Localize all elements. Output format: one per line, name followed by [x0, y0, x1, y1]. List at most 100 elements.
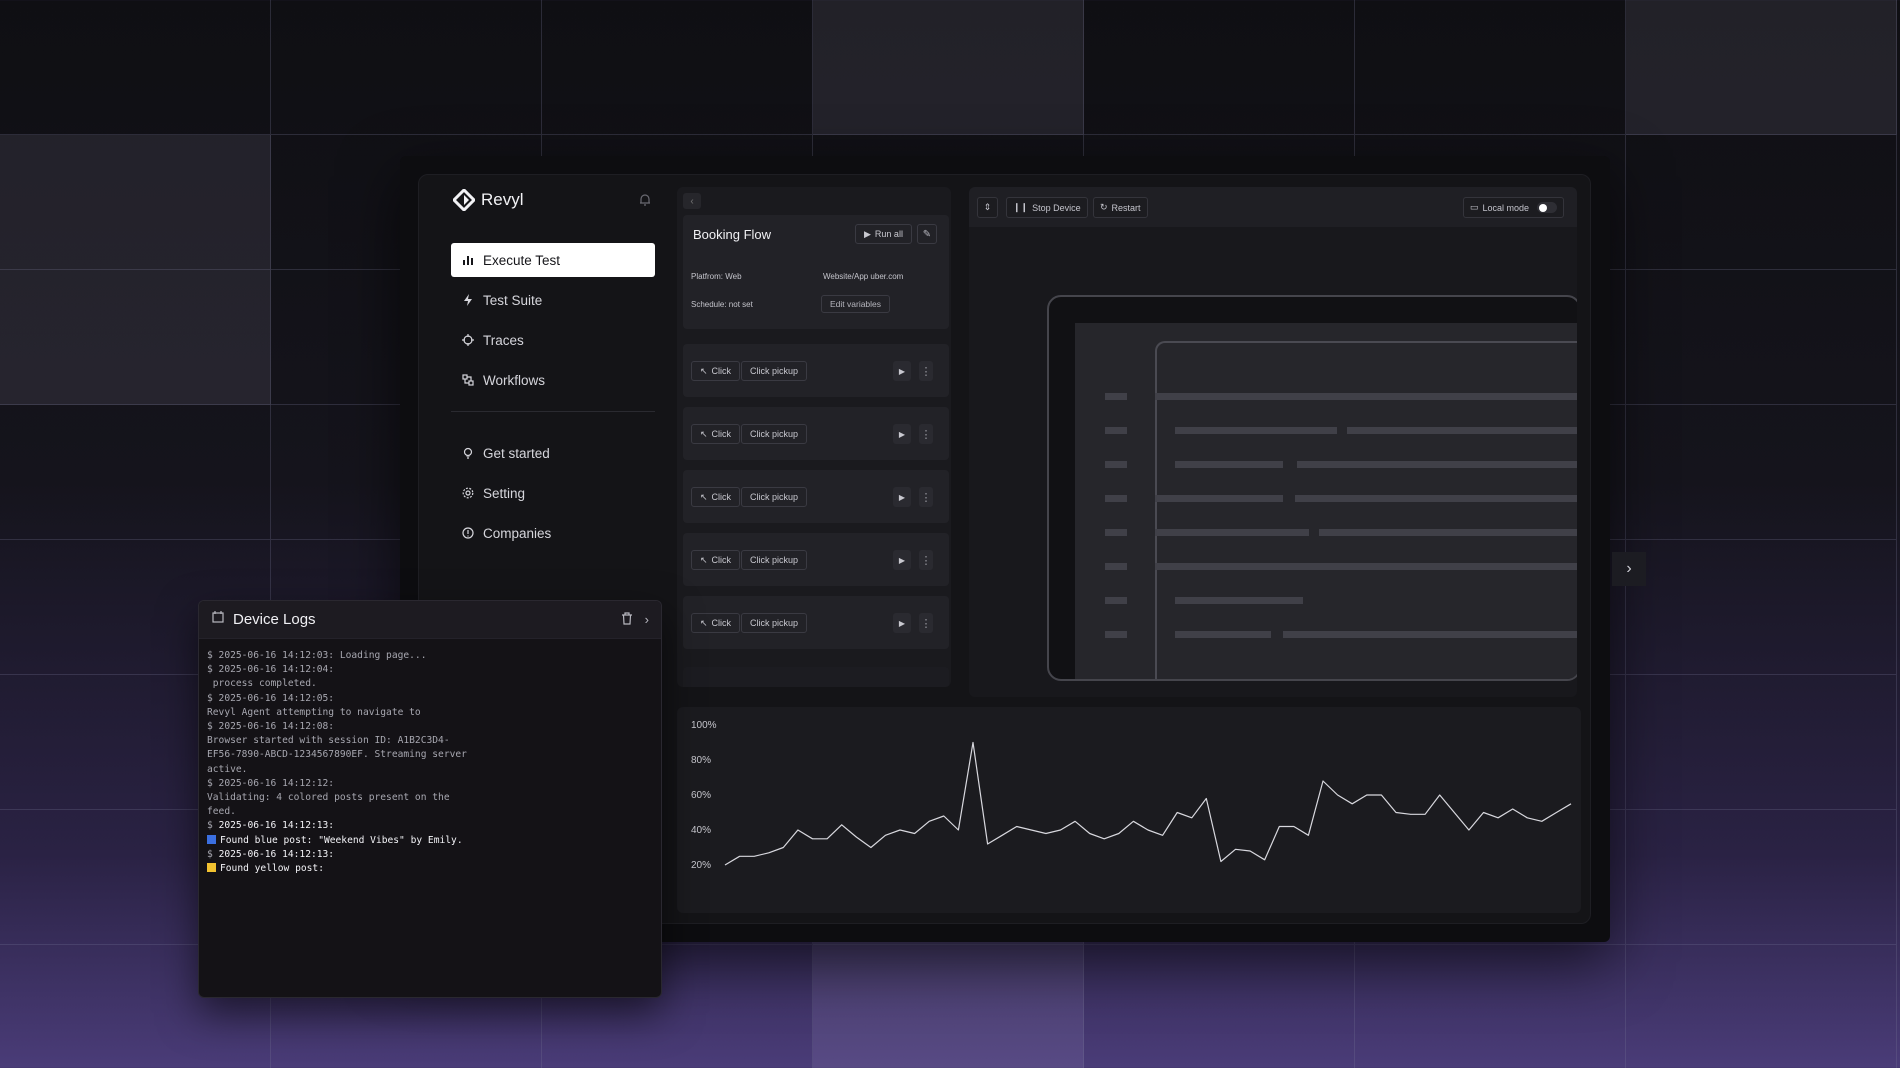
- sidebar-item-companies[interactable]: Companies: [451, 516, 655, 550]
- bg-cell: [1355, 945, 1626, 1068]
- step-row[interactable]: ↖ Click Click pickup ▶ ⋮: [683, 533, 949, 586]
- step-row[interactable]: ↖ Click Click pickup ▶ ⋮: [683, 470, 949, 523]
- chevron-right-icon: ›: [1626, 560, 1632, 577]
- device-logs-window: Device Logs › $ 2025-06-16 14:12:03: Loa…: [198, 600, 662, 998]
- play-step-button[interactable]: ▶: [893, 487, 911, 507]
- placeholder-line: [1105, 495, 1127, 502]
- placeholder-line: [1105, 461, 1127, 468]
- brand-logo[interactable]: Revyl: [453, 189, 524, 211]
- play-icon: ▶: [898, 555, 906, 565]
- step-target-chip[interactable]: Click pickup: [741, 487, 808, 507]
- y-tick-label: 60%: [691, 790, 711, 801]
- local-mode-toggle[interactable]: [1537, 202, 1558, 213]
- step-row-faded: [683, 667, 949, 687]
- device-logs-actions: ›: [621, 612, 649, 628]
- run-all-button[interactable]: ▶ Run all: [855, 224, 912, 244]
- log-text: feed.: [207, 806, 236, 818]
- bar-chart-icon: [461, 253, 475, 267]
- more-options-button[interactable]: ⋮: [919, 361, 933, 381]
- bg-cell: [1626, 675, 1897, 810]
- sidebar-item-setting[interactable]: Setting: [451, 476, 655, 510]
- edit-flow-button[interactable]: ✎: [917, 224, 937, 244]
- play-icon: ▶: [864, 228, 871, 239]
- log-prompt: $: [207, 820, 219, 832]
- log-text: 2025-06-16 14:12:13:: [218, 848, 335, 860]
- more-options-button[interactable]: ⋮: [919, 613, 933, 633]
- lightning-icon: [461, 293, 475, 307]
- step-action-label: Click: [711, 618, 732, 628]
- log-text: $ 2025-06-16 14:12:04:: [207, 664, 335, 676]
- sidebar-item-execute-test[interactable]: Execute Test: [451, 243, 655, 277]
- restart-label: Restart: [1111, 202, 1141, 213]
- log-text: $ 2025-06-16 14:12:08:: [207, 721, 335, 733]
- placeholder-line: [1105, 427, 1127, 434]
- revyl-diamond-logo-icon: [453, 189, 475, 211]
- more-options-button[interactable]: ⋮: [919, 487, 933, 507]
- kebab-icon: ⋮: [920, 617, 932, 630]
- sidebar-item-get-started[interactable]: Get started: [451, 436, 655, 470]
- more-options-button[interactable]: ⋮: [919, 424, 933, 444]
- step-action-chip[interactable]: ↖ Click: [691, 550, 741, 570]
- bg-cell: [1626, 0, 1897, 135]
- log-text: Revyl Agent attempting to navigate to: [207, 706, 421, 718]
- placeholder-line: [1319, 529, 1577, 536]
- step-action-chip[interactable]: ↖ Click: [691, 613, 741, 633]
- sidebar-item-label: Test Suite: [483, 292, 543, 308]
- step-row[interactable]: ↖ Click Click pickup ▶ ⋮: [683, 407, 949, 460]
- log-text: $ 2025-06-16 14:12:03: Loading page...: [207, 650, 427, 661]
- bg-cell: [1626, 270, 1897, 405]
- edit-variables-button[interactable]: Edit variables: [821, 295, 891, 313]
- play-icon: ▶: [898, 618, 906, 628]
- y-tick-label: 80%: [691, 755, 711, 766]
- step-action-chip[interactable]: ↖ Click: [691, 487, 741, 507]
- stop-device-button[interactable]: ❙❙ Stop Device: [1006, 197, 1088, 218]
- chevron-right-icon[interactable]: ›: [645, 612, 649, 628]
- device-screen[interactable]: [1075, 323, 1577, 679]
- step-row[interactable]: ↖ Click Click pickup ▶ ⋮: [683, 344, 949, 397]
- sidebar-nav: Execute Test Test Suite Traces Workflows…: [451, 243, 655, 556]
- sidebar-item-label: Execute Test: [483, 252, 561, 268]
- monitor-icon: ▭: [1470, 202, 1479, 212]
- collapse-panel-button[interactable]: ‹: [683, 193, 701, 209]
- play-step-button[interactable]: ▶: [893, 550, 911, 570]
- step-action-label: Click: [711, 555, 732, 565]
- play-step-button[interactable]: ▶: [893, 613, 911, 633]
- log-line: Found blue post: "Weekend Vibes" by Emil…: [207, 834, 653, 848]
- line-chart: 100% 80% 60% 40% 20%: [691, 720, 1572, 871]
- log-text: process completed.: [207, 678, 317, 690]
- log-text: 2025-06-16 14:12:13:: [218, 820, 335, 832]
- bell-icon[interactable]: [638, 193, 652, 207]
- next-arrow-button[interactable]: ›: [1612, 552, 1646, 586]
- log-line: feed.: [207, 805, 653, 819]
- sidebar-item-traces[interactable]: Traces: [451, 323, 655, 357]
- play-step-button[interactable]: ▶: [893, 361, 911, 381]
- expand-toggle-button[interactable]: ⇕: [977, 197, 998, 218]
- play-step-button[interactable]: ▶: [893, 424, 911, 444]
- log-line: Validating: 4 colored posts present on t…: [207, 791, 653, 805]
- step-action-chip[interactable]: ↖ Click: [691, 361, 741, 381]
- step-action-label: Click: [711, 429, 732, 439]
- step-row[interactable]: ↖ Click Click pickup ▶ ⋮: [683, 596, 949, 649]
- more-options-button[interactable]: ⋮: [919, 550, 933, 570]
- sidebar-divider: [451, 411, 655, 412]
- trash-icon[interactable]: [621, 611, 633, 628]
- log-line: $ 2025-06-16 14:12:05:: [207, 692, 653, 706]
- log-line: $ 2025-06-16 14:12:13:: [207, 819, 653, 833]
- bg-cell: [1626, 945, 1897, 1068]
- sidebar-item-workflows[interactable]: Workflows: [451, 363, 655, 397]
- step-target-chip[interactable]: Click pickup: [741, 424, 808, 444]
- log-line: $ 2025-06-16 14:12:04:: [207, 663, 653, 677]
- step-target-chip[interactable]: Click pickup: [741, 550, 808, 570]
- bg-cell: [0, 135, 271, 270]
- placeholder-line: [1175, 427, 1337, 434]
- brand-name: Revyl: [481, 190, 524, 209]
- sidebar-item-test-suite[interactable]: Test Suite: [451, 283, 655, 317]
- local-mode-control[interactable]: ▭ Local mode: [1463, 197, 1565, 218]
- placeholder-line: [1283, 631, 1577, 638]
- step-action-label: Click: [711, 366, 732, 376]
- step-target-chip[interactable]: Click pickup: [741, 361, 808, 381]
- step-action-chip[interactable]: ↖ Click: [691, 424, 741, 444]
- step-target-chip[interactable]: Click pickup: [741, 613, 808, 633]
- sidebar-item-label: Workflows: [483, 372, 546, 388]
- restart-button[interactable]: ↻ Restart: [1093, 197, 1148, 218]
